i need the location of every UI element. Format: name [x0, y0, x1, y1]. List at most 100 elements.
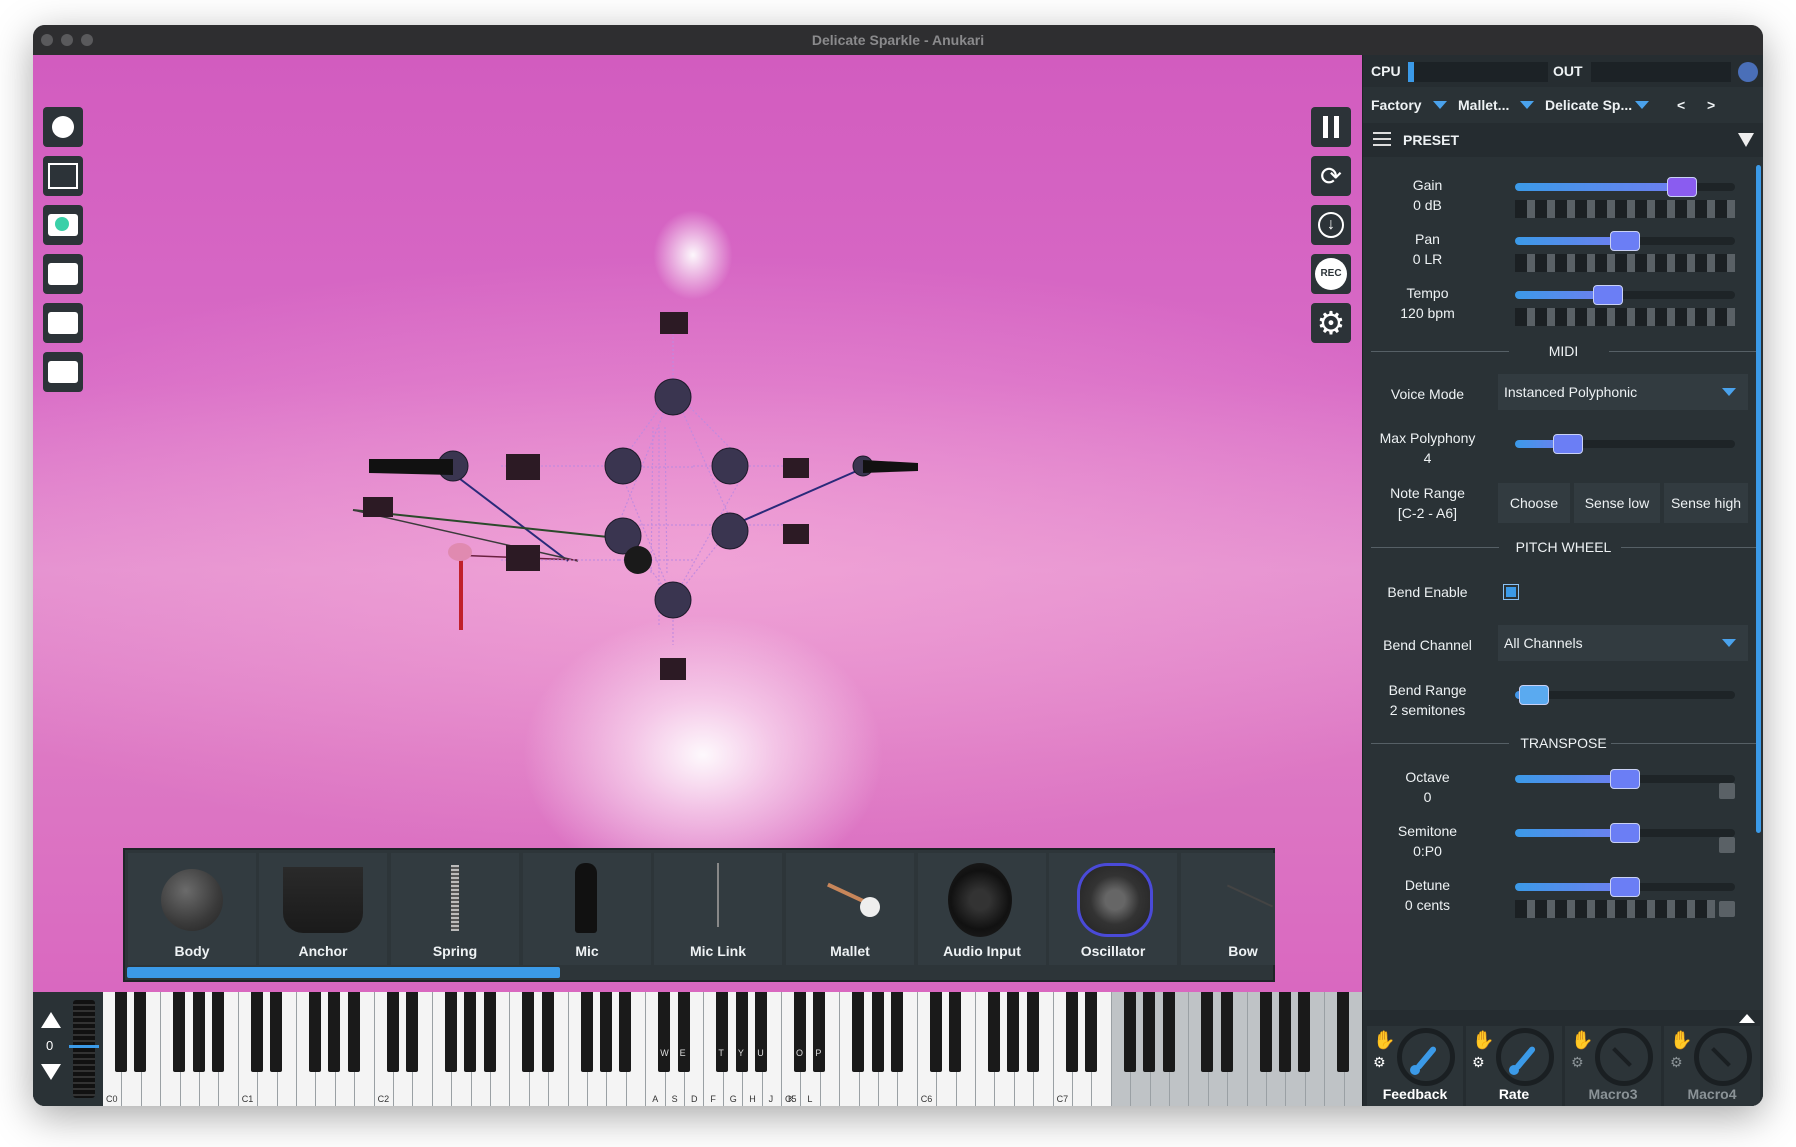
black-key[interactable]: T — [716, 992, 729, 1072]
black-key[interactable] — [1201, 992, 1214, 1072]
bend-channel-select[interactable]: All Channels — [1498, 625, 1748, 661]
3d-viewport[interactable]: ⟳ ↓ REC ⚙ Body Anchor Spring Mic Mic Lin… — [33, 55, 1362, 992]
preset-bank-dropdown[interactable]: Factory — [1371, 87, 1455, 123]
preset-name-dropdown[interactable]: Delicate Sp... — [1545, 87, 1657, 123]
settings-button[interactable]: ⚙ — [1311, 303, 1351, 343]
black-key[interactable]: Y — [735, 992, 748, 1072]
black-key[interactable] — [1026, 992, 1039, 1072]
octave-up-button[interactable] — [41, 1012, 61, 1028]
logo-icon[interactable] — [1738, 62, 1758, 82]
black-key[interactable] — [173, 992, 186, 1072]
black-key[interactable]: O — [794, 992, 807, 1072]
black-key[interactable] — [1143, 992, 1156, 1072]
black-key[interactable] — [619, 992, 632, 1072]
black-key[interactable] — [891, 992, 904, 1072]
black-key[interactable] — [250, 992, 263, 1072]
black-key[interactable]: U — [755, 992, 768, 1072]
black-key[interactable] — [522, 992, 535, 1072]
macro-knob[interactable] — [1397, 1028, 1455, 1086]
max-polyphony-slider[interactable] — [1515, 434, 1735, 454]
black-key[interactable] — [464, 992, 477, 1072]
palette-item-audio-input[interactable]: Audio Input — [918, 853, 1046, 965]
black-key[interactable] — [1162, 992, 1175, 1072]
collapse-macros-icon[interactable] — [1739, 1014, 1755, 1023]
black-key[interactable] — [600, 992, 613, 1072]
palette-item-mic[interactable]: Mic — [523, 853, 651, 965]
black-key[interactable] — [134, 992, 147, 1072]
palette-item-mallet[interactable]: Mallet — [786, 853, 914, 965]
hand-icon[interactable]: ✋ — [1571, 1030, 1593, 1051]
voice-mode-select[interactable]: Instanced Polyphonic — [1498, 374, 1748, 410]
macro-4[interactable]: ✋ ⚙ Macro4 — [1664, 1026, 1760, 1106]
select-tool-button[interactable] — [43, 156, 83, 196]
black-key[interactable]: E — [677, 992, 690, 1072]
gear-icon[interactable]: ⚙ — [1472, 1054, 1485, 1071]
macro-1[interactable]: ✋ ⚙ Feedback — [1367, 1026, 1463, 1106]
black-key[interactable] — [386, 992, 399, 1072]
black-key[interactable] — [406, 992, 419, 1072]
black-key[interactable] — [871, 992, 884, 1072]
gear-icon[interactable]: ⚙ — [1670, 1054, 1683, 1071]
piano-keys[interactable]: C0 C1 C2 A S D F G H J C5 K L C6 C7 W E T Y U O P — [103, 992, 1362, 1106]
note-range-sense-high-button[interactable]: Sense high — [1664, 483, 1748, 523]
bend-enable-checkbox[interactable] — [1503, 584, 1519, 600]
gear-icon[interactable]: ⚙ — [1373, 1054, 1386, 1071]
black-key[interactable] — [212, 992, 225, 1072]
black-key[interactable] — [483, 992, 496, 1072]
semitone-randomize-icon[interactable] — [1719, 837, 1735, 853]
palette-scrollbar[interactable] — [127, 967, 560, 978]
black-key[interactable] — [1065, 992, 1078, 1072]
detune-randomize-icon[interactable] — [1719, 901, 1735, 917]
camera-add-button[interactable] — [43, 254, 83, 294]
macro-knob[interactable] — [1496, 1028, 1554, 1086]
note-range-choose-button[interactable]: Choose — [1498, 483, 1570, 523]
black-key[interactable] — [444, 992, 457, 1072]
black-key[interactable] — [852, 992, 865, 1072]
pan-slider[interactable] — [1515, 231, 1735, 251]
hand-icon[interactable]: ✋ — [1472, 1030, 1494, 1051]
camera-focus-button[interactable] — [43, 205, 83, 245]
black-key[interactable] — [1007, 992, 1020, 1072]
octave-down-button[interactable] — [41, 1064, 61, 1080]
hand-icon[interactable]: ✋ — [1670, 1030, 1692, 1051]
black-key[interactable]: W — [658, 992, 671, 1072]
octave-randomize-icon[interactable] — [1719, 783, 1735, 799]
bend-range-slider[interactable] — [1515, 685, 1735, 705]
black-key[interactable] — [328, 992, 341, 1072]
palette-item-body[interactable]: Body — [128, 853, 256, 965]
transpose-semitone-slider[interactable] — [1515, 823, 1735, 843]
download-button[interactable]: ↓ — [1311, 205, 1351, 245]
black-key[interactable] — [1220, 992, 1233, 1072]
black-key[interactable] — [580, 992, 593, 1072]
inspector-scrollbar[interactable] — [1756, 165, 1761, 833]
gain-slider[interactable] — [1515, 177, 1735, 197]
next-preset-button[interactable]: > — [1701, 87, 1723, 123]
black-key[interactable] — [1259, 992, 1272, 1072]
macro-2[interactable]: ✋ ⚙ Rate — [1466, 1026, 1562, 1106]
pause-button[interactable] — [1311, 107, 1351, 147]
palette-item-anchor[interactable]: Anchor — [259, 853, 387, 965]
black-key[interactable] — [949, 992, 962, 1072]
black-key[interactable] — [270, 992, 283, 1072]
palette-item-mic-link[interactable]: Mic Link — [654, 853, 782, 965]
reset-button[interactable]: ⟳ — [1311, 156, 1351, 196]
camera-orbit-button[interactable] — [43, 352, 83, 392]
black-key[interactable] — [1298, 992, 1311, 1072]
transpose-octave-slider[interactable] — [1515, 769, 1735, 789]
black-key[interactable] — [192, 992, 205, 1072]
prev-preset-button[interactable]: < — [1671, 87, 1693, 123]
pitch-wheel[interactable] — [73, 1000, 95, 1098]
black-key[interactable] — [1085, 992, 1098, 1072]
preset-section-header[interactable]: PRESET — [1363, 123, 1763, 157]
black-key[interactable] — [988, 992, 1001, 1072]
preset-category-dropdown[interactable]: Mallet... — [1458, 87, 1542, 123]
record-button[interactable]: REC — [1311, 254, 1351, 294]
camera-pan-button[interactable] — [43, 303, 83, 343]
black-key[interactable] — [347, 992, 360, 1072]
transpose-detune-slider[interactable] — [1515, 877, 1735, 897]
black-key[interactable] — [1279, 992, 1292, 1072]
hand-icon[interactable]: ✋ — [1373, 1030, 1395, 1051]
black-key[interactable] — [309, 992, 322, 1072]
tempo-slider[interactable] — [1515, 285, 1735, 305]
palette-item-bow[interactable]: Bow — [1181, 853, 1275, 965]
